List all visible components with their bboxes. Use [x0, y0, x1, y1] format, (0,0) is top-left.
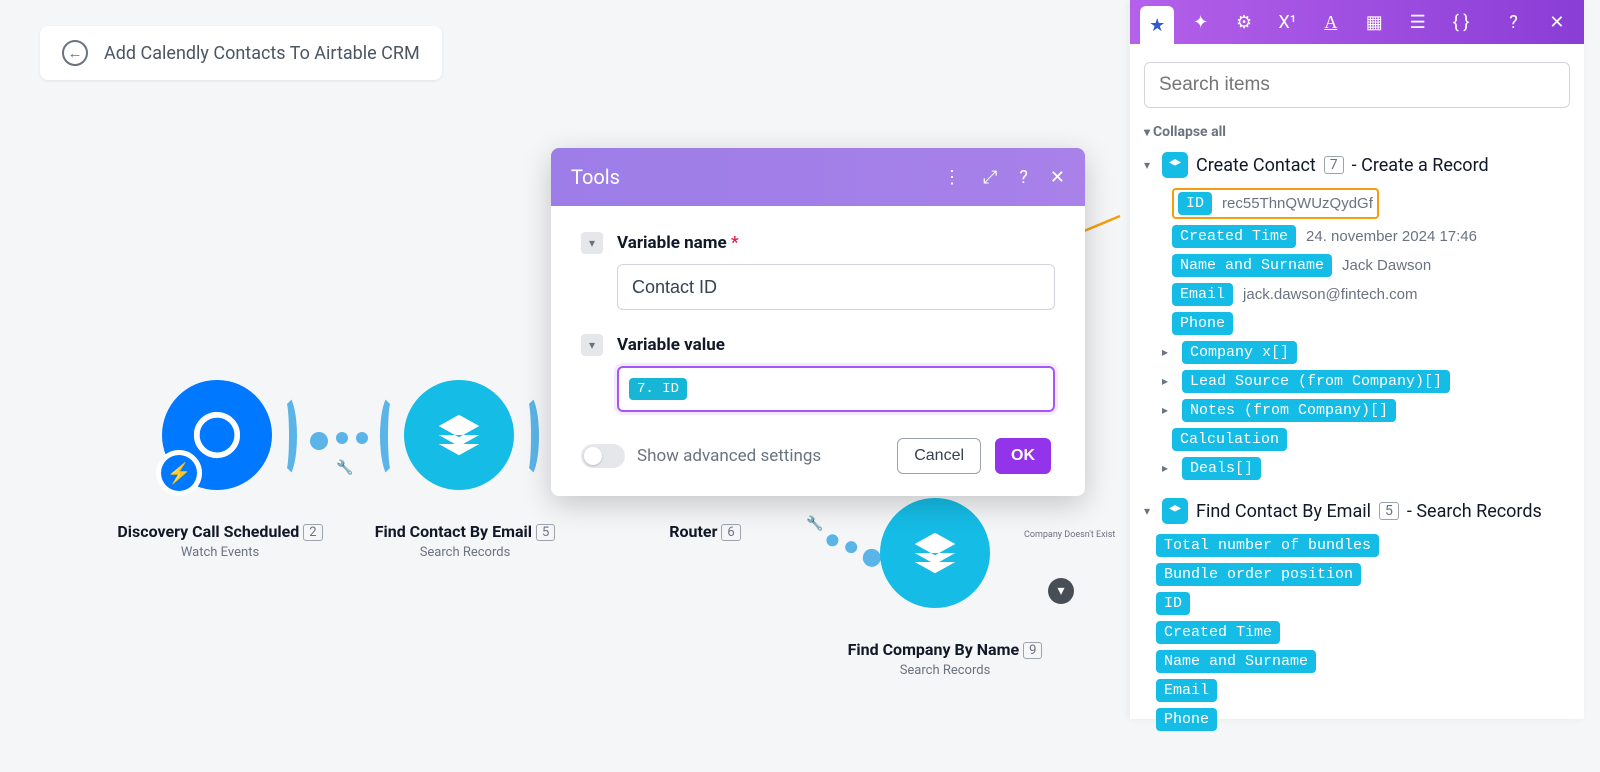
connector-paren: [517, 394, 539, 478]
variable-name-label: Variable name *: [617, 233, 739, 253]
item-created-time[interactable]: Created Time24. november 2024 17:46: [1172, 225, 1570, 248]
scenario-title: Add Calendly Contacts To Airtable CRM: [104, 43, 420, 64]
ok-button[interactable]: OK: [995, 438, 1051, 474]
tab-calendar-icon[interactable]: ▦: [1357, 3, 1391, 41]
connector-dots: [310, 432, 368, 450]
item-name-surname[interactable]: Name and Surname: [1156, 650, 1570, 673]
node-discovery-call[interactable]: ⚡: [162, 380, 272, 490]
item-created-time[interactable]: Created Time: [1156, 621, 1570, 644]
item-deals[interactable]: ▸Deals[]: [1162, 457, 1570, 480]
back-button[interactable]: ←: [62, 40, 88, 66]
chevron-down-icon[interactable]: ▾: [581, 232, 603, 254]
item-lead-source[interactable]: ▸Lead Source (from Company)[]: [1162, 370, 1570, 393]
item-phone[interactable]: Phone: [1172, 312, 1570, 335]
connector-dots: [823, 533, 884, 570]
modal-title: Tools: [571, 165, 620, 189]
node-label-2: Find Contact By Email5 Search Records: [335, 522, 595, 560]
item-id[interactable]: ID: [1156, 592, 1570, 615]
close-icon[interactable]: ✕: [1050, 167, 1065, 188]
modal-header: Tools ⋮ ⤢ ? ✕: [551, 148, 1085, 206]
tab-list-icon[interactable]: ☰: [1400, 3, 1434, 41]
tab-star[interactable]: ★: [1140, 6, 1174, 44]
node-label-1: Discovery Call Scheduled2 Watch Events: [90, 522, 350, 560]
variable-name-input[interactable]: [617, 264, 1055, 310]
item-id[interactable]: ID rec55ThnQWUzQydGf: [1172, 188, 1570, 219]
airtable-icon: [1162, 498, 1188, 524]
caret-icon[interactable]: ▾: [1144, 504, 1154, 518]
trigger-badge: ⚡: [156, 450, 202, 496]
item-phone[interactable]: Phone: [1156, 708, 1570, 731]
item-name-surname[interactable]: Name and SurnameJack Dawson: [1172, 254, 1570, 277]
module-find-contact[interactable]: ▾ Find Contact By Email 5 - Search Recor…: [1144, 498, 1570, 524]
connector-paren: [380, 394, 402, 478]
tab-strip: ★ ✦ ⚙ X¹ A ▦ ☰ { } ? ✕: [1130, 0, 1584, 44]
advanced-label: Show advanced settings: [637, 446, 821, 466]
help-icon[interactable]: ?: [1019, 167, 1028, 188]
filter-icon[interactable]: ▾: [1048, 578, 1074, 604]
wrench-icon[interactable]: 🔧: [806, 516, 823, 532]
wrench-icon[interactable]: 🔧: [336, 460, 353, 476]
tab-braces[interactable]: { }: [1444, 3, 1478, 41]
node-find-company[interactable]: [880, 498, 990, 608]
value-pill[interactable]: 7. ID: [629, 378, 687, 400]
tab-variable[interactable]: X¹: [1270, 3, 1304, 41]
collapse-all[interactable]: Collapse all: [1144, 124, 1570, 140]
cancel-button[interactable]: Cancel: [897, 438, 981, 474]
highlighted-item: ID rec55ThnQWUzQydGf: [1172, 188, 1379, 219]
panel-close-icon[interactable]: ✕: [1540, 3, 1574, 41]
node-label-4: Find Company By Name9 Search Records: [815, 640, 1075, 678]
connector-paren: [275, 394, 297, 478]
airtable-icon: [1162, 152, 1188, 178]
variable-value-label: Variable value: [617, 335, 725, 355]
item-bundle-order[interactable]: Bundle order position: [1156, 563, 1570, 586]
tab-gear-icon[interactable]: ⚙: [1227, 3, 1261, 41]
item-email[interactable]: Emailjack.dawson@fintech.com: [1172, 283, 1570, 306]
chevron-down-icon[interactable]: ▾: [581, 334, 603, 356]
item-calculation[interactable]: Calculation: [1172, 428, 1570, 451]
tab-text[interactable]: A: [1314, 3, 1348, 41]
variable-value-input[interactable]: 7. ID: [617, 366, 1055, 412]
caret-icon[interactable]: ▾: [1144, 158, 1154, 172]
item-company[interactable]: ▸Company x[]: [1162, 341, 1570, 364]
tab-sparkle[interactable]: ✦: [1183, 3, 1217, 41]
node-label-router: Router6: [575, 522, 835, 541]
item-total-bundles[interactable]: Total number of bundles: [1156, 534, 1570, 557]
expand-icon[interactable]: ⤢: [983, 167, 997, 188]
item-notes[interactable]: ▸Notes (from Company)[]: [1162, 399, 1570, 422]
tools-modal: Tools ⋮ ⤢ ? ✕ ▾ Variable name * ▾ Variab…: [551, 148, 1085, 496]
breadcrumb: ← Add Calendly Contacts To Airtable CRM: [40, 26, 442, 80]
module-create-contact[interactable]: ▾ Create Contact 7 - Create a Record: [1144, 152, 1570, 178]
more-icon[interactable]: ⋮: [943, 167, 961, 188]
panel-help-icon[interactable]: ?: [1496, 3, 1530, 41]
item-email[interactable]: Email: [1156, 679, 1570, 702]
node-find-contact[interactable]: [404, 380, 514, 490]
data-picker-panel: ★ ✦ ⚙ X¹ A ▦ ☰ { } ? ✕ Collapse all ▾ Cr…: [1130, 0, 1584, 719]
filter-label: Company Doesn't Exist: [1024, 530, 1115, 540]
search-input[interactable]: [1144, 62, 1570, 108]
advanced-toggle[interactable]: [581, 444, 625, 468]
